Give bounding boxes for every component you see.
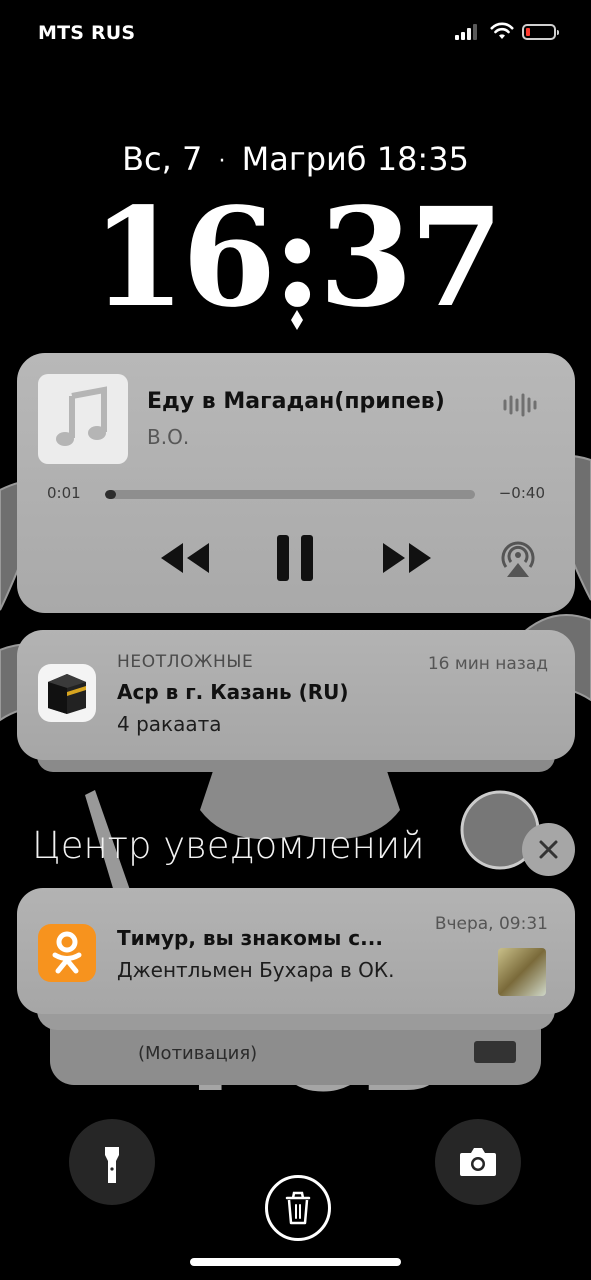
clear-notifications-button[interactable]: [522, 823, 575, 876]
waveform-icon: [503, 393, 537, 417]
date-separator: ·: [218, 148, 226, 174]
signal-icon: [455, 24, 481, 40]
notification-body: 4 ракаата: [117, 712, 222, 736]
stacked-notification-hint: (Мотивация): [138, 1043, 258, 1064]
date-text: Вс, 7: [122, 140, 203, 178]
lock-clock: 16:37: [91, 178, 504, 338]
album-art: [38, 374, 128, 464]
notification-title: Аср в г. Казань (RU): [117, 680, 349, 704]
battery-level: [526, 28, 530, 36]
notification-center-title: Центр уведомлений: [32, 824, 425, 867]
track-title: Еду в Магадан(припев): [147, 389, 445, 414]
ok-notification-title: Тимур, вы знакомы с...: [117, 926, 383, 950]
odnoklassniki-icon: [38, 924, 96, 982]
rewind-icon[interactable]: [157, 533, 213, 583]
camera-icon: [460, 1148, 496, 1176]
ok-notification-time: Вчера, 09:31: [434, 914, 548, 934]
flashlight-icon: [105, 1147, 119, 1183]
elapsed-time: 0:01: [47, 484, 81, 502]
close-icon: [539, 840, 558, 859]
fast-forward-icon[interactable]: [379, 533, 435, 583]
track-artist: В.О.: [147, 425, 190, 449]
trash-icon: [285, 1191, 311, 1225]
now-playing-widget[interactable]: Еду в Магадан(припев) В.О. 0:01 −0:40: [17, 353, 575, 613]
camera-button[interactable]: [435, 1119, 521, 1205]
date-line: Вс, 7 · Магриб 18:35: [0, 140, 591, 178]
pause-icon[interactable]: [273, 533, 317, 583]
ok-notification-card[interactable]: Вчера, 09:31 Тимур, вы знакомы с... Джен…: [17, 888, 575, 1014]
carrier-name: MTS RUS: [38, 22, 136, 44]
remaining-time: −0:40: [498, 484, 545, 502]
notification-app-name: НЕОТЛОЖНЫЕ: [117, 652, 254, 672]
battery-icon: [522, 24, 559, 40]
progress-fill: [105, 490, 117, 499]
ok-notification-body: Джентльмен Бухара в ОК.: [117, 958, 395, 982]
progress-bar[interactable]: [105, 490, 475, 499]
wifi-icon: [490, 22, 514, 39]
ok-notification-thumbnail: [498, 948, 546, 996]
notification-time: 16 мин назад: [427, 654, 548, 674]
stacked-thumbnail: [474, 1041, 516, 1063]
music-note-icon: [56, 386, 107, 446]
delete-button[interactable]: [265, 1175, 331, 1241]
notification-card[interactable]: НЕОТЛОЖНЫЕ 16 мин назад Аср в г. Казань …: [17, 630, 575, 760]
prayer-time-text: Магриб 18:35: [241, 140, 469, 178]
kaaba-icon: [38, 664, 96, 722]
airplay-icon[interactable]: [495, 533, 541, 583]
home-indicator[interactable]: [190, 1258, 401, 1266]
flashlight-button[interactable]: [69, 1119, 155, 1205]
